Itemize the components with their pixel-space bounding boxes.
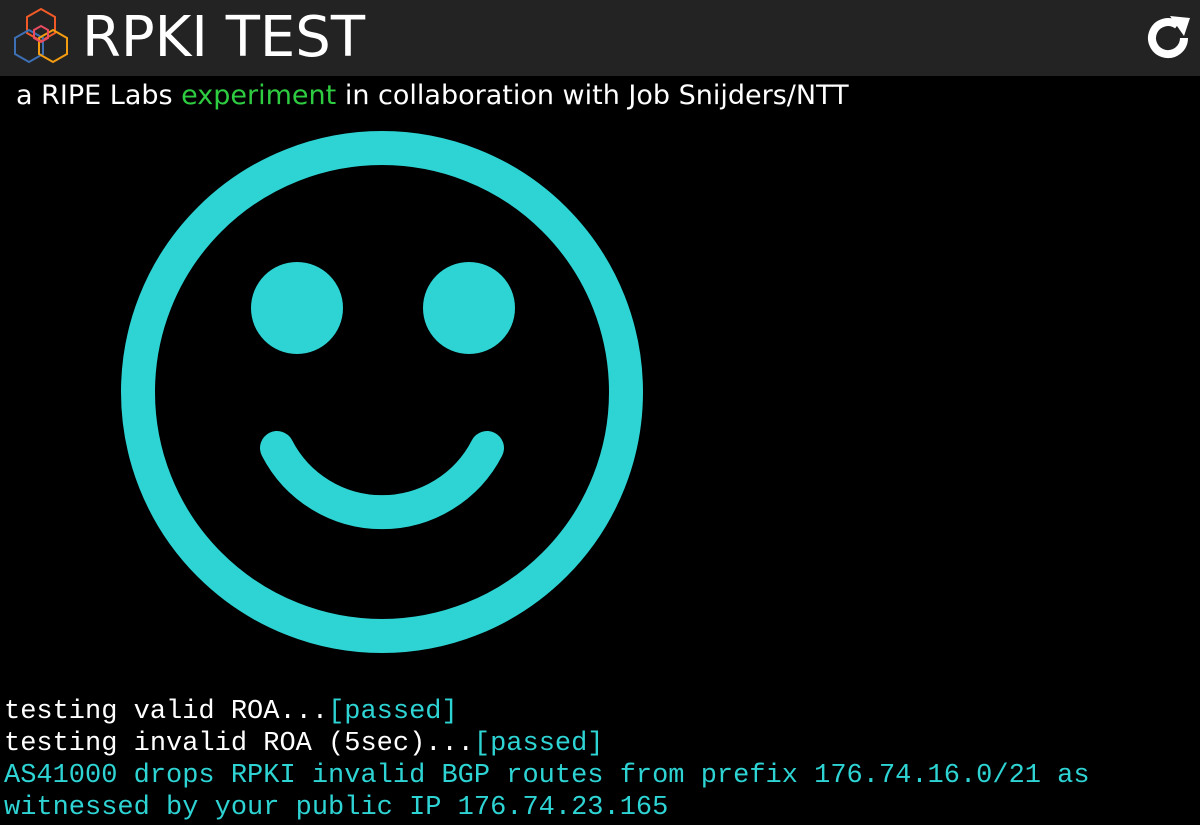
app-title: RPKI TEST <box>82 5 366 70</box>
status-badge: [passed] <box>473 729 604 759</box>
page: RPKI TEST a RIPE Labs experiment in coll… <box>0 0 1200 825</box>
smiley-face-icon <box>121 131 643 653</box>
result-message-line2: witnessed by your public IP 176.74.23.16… <box>4 793 669 823</box>
subtitle-text-after: in collaboration with Job Snijders/NTT <box>336 80 849 111</box>
log-line-text: testing valid ROA... <box>4 697 329 727</box>
reload-icon[interactable] <box>1140 10 1196 66</box>
experiment-link[interactable]: experiment <box>181 80 336 111</box>
ripe-hexagon-logo-icon <box>14 7 68 64</box>
status-badge: [passed] <box>328 697 458 727</box>
header-bar: RPKI TEST <box>0 0 1200 76</box>
log-line-text: testing invalid ROA (5sec)... <box>4 729 474 759</box>
log-line-valid-roa: testing valid ROA...[passed] <box>4 696 1196 728</box>
result-message-line1: AS41000 drops RPKI invalid BGP routes fr… <box>4 761 1090 791</box>
log-line-invalid-roa: testing invalid ROA (5sec)...[passed] <box>4 728 1196 760</box>
test-log: testing valid ROA...[passed] testing inv… <box>4 696 1196 824</box>
subtitle: a RIPE Labs experiment in collaboration … <box>16 78 849 114</box>
subtitle-text-before: a RIPE Labs <box>16 80 182 111</box>
